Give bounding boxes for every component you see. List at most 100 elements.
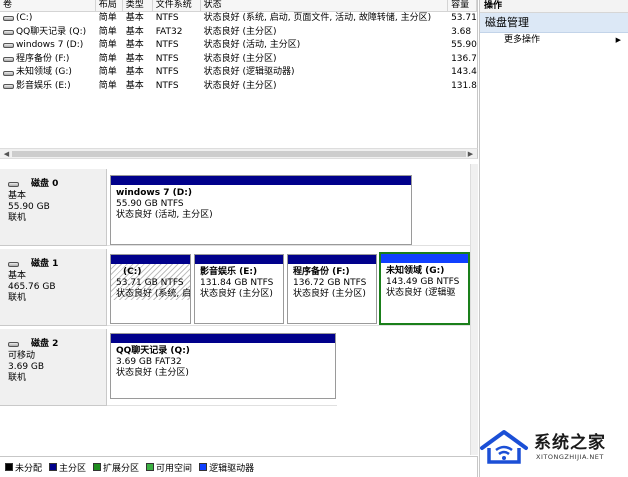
disk-1-label[interactable]: 磁盘 1 基本 465.76 GB 联机 (0, 249, 107, 326)
volume-name: windows 7 (D:) (16, 40, 84, 51)
watermark-subtext: XITONGZHIJIA.NET (536, 453, 604, 461)
disk-0-label[interactable]: 磁盘 0 基本 55.90 GB 联机 (0, 169, 107, 246)
partition-size: 143.49 GB NTFS (386, 277, 460, 287)
volume-disk-icon (3, 70, 14, 76)
legend-label: 可用空间 (156, 463, 193, 474)
volume-filesystem: FAT32 (155, 26, 183, 37)
volume-list: 卷 布局 类型 文件系统 状态 容量 (C:) 简单 基本 NTFS 状态良好 … (0, 0, 478, 148)
volume-status: 状态良好 (主分区) (203, 80, 277, 91)
column-header-volume[interactable]: 卷 (0, 0, 96, 11)
legend-label: 主分区 (59, 463, 87, 474)
volume-name: QQ聊天记录 (Q:) (16, 26, 87, 37)
legend-unallocated: 未分配 (5, 461, 42, 474)
scroll-right-icon[interactable]: ▶ (465, 149, 476, 159)
horizontal-scrollbar[interactable]: ◀ ▶ (0, 148, 478, 159)
legend-free-space: 可用空间 (146, 461, 192, 474)
table-row[interactable]: 影音娱乐 (E:) 简单 基本 NTFS 状态良好 (主分区) 131.8 (0, 80, 477, 94)
partition-e[interactable]: 影音娱乐 (E:) 131.84 GB NTFS 状态良好 (主分区) (194, 254, 284, 324)
partition-name: QQ聊天记录 (Q:) (116, 346, 190, 356)
legend-swatch (146, 463, 155, 471)
partition-status: 状态良好 (主分区) (200, 289, 273, 299)
volume-layout: 简单 (98, 40, 117, 51)
legend-logical-drive: 逻辑驱动器 (199, 461, 254, 474)
table-row[interactable]: (C:) 简单 基本 NTFS 状态良好 (系统, 启动, 页面文件, 活动, … (0, 12, 477, 26)
more-actions-item[interactable]: 更多操作 ▶ (480, 33, 628, 47)
table-row[interactable]: QQ聊天记录 (Q:) 简单 基本 FAT32 状态良好 (主分区) 3.68 (0, 26, 477, 40)
disk-title: 磁盘 0 (31, 179, 59, 189)
disk-2-label[interactable]: 磁盘 2 可移动 3.69 GB 联机 (0, 329, 107, 406)
volume-name: 未知领域 (G:) (16, 67, 72, 78)
volume-layout: 简单 (98, 80, 117, 91)
disk-kind: 基本 (8, 271, 27, 281)
volume-disk-icon (3, 29, 14, 35)
disk-size: 465.76 GB (8, 282, 56, 292)
chevron-right-icon: ▶ (615, 36, 621, 44)
partition-size: 3.69 GB FAT32 (116, 357, 182, 367)
volume-name: 影音娱乐 (E:) (16, 80, 71, 91)
volume-disk-icon (3, 16, 14, 22)
volume-capacity: 53.71 (451, 13, 477, 23)
volume-capacity: 55.90 (451, 40, 477, 51)
legend-swatch (5, 463, 13, 471)
partition-q[interactable]: QQ聊天记录 (Q:) 3.69 GB FAT32 状态良好 (主分区) (110, 333, 336, 399)
disk-icon (8, 182, 19, 187)
column-header-filesystem[interactable]: 文件系统 (153, 0, 201, 11)
volume-filesystem: NTFS (155, 53, 179, 64)
legend: 未分配 主分区 扩展分区 可用空间 逻辑驱动器 (0, 456, 478, 477)
partition-d[interactable]: windows 7 (D:) 55.90 GB NTFS 状态良好 (活动, 主… (110, 175, 412, 245)
partition-name: (C:) (123, 267, 142, 277)
disk-icon (8, 342, 19, 347)
disk-size: 55.90 GB (8, 202, 50, 212)
legend-label: 逻辑驱动器 (209, 463, 255, 474)
partition-name: 未知领域 (G:) (386, 266, 445, 276)
volume-layout: 简单 (98, 13, 117, 23)
scroll-left-icon[interactable]: ◀ (1, 149, 12, 159)
disk-kind: 可移动 (8, 351, 36, 361)
vertical-scrollbar[interactable] (470, 164, 478, 455)
volume-filesystem: NTFS (155, 80, 179, 91)
primary-partition-bar (195, 255, 283, 264)
actions-pane: 操作 磁盘管理 更多操作 ▶ (479, 0, 628, 477)
legend-label: 扩展分区 (103, 463, 140, 474)
column-header-status[interactable]: 状态 (201, 0, 449, 11)
volume-name: 程序备份 (F:) (16, 53, 70, 64)
volume-capacity: 131.8 (451, 80, 477, 91)
volume-disk-icon (3, 57, 14, 63)
volume-status: 状态良好 (逻辑驱动器) (203, 67, 295, 78)
watermark-text: 系统之家 (534, 433, 606, 453)
volume-layout: 简单 (98, 53, 117, 64)
partition-f[interactable]: 程序备份 (F:) 136.72 GB NTFS 状态良好 (主分区) (287, 254, 377, 324)
partition-name: 影音娱乐 (E:) (200, 267, 258, 277)
disk-icon (8, 262, 19, 267)
scroll-thumb[interactable] (12, 151, 466, 157)
partition-size: 136.72 GB NTFS (293, 278, 367, 288)
column-header-capacity[interactable]: 容量 (448, 0, 477, 11)
column-header-layout[interactable]: 布局 (96, 0, 123, 11)
partition-c[interactable]: (C:) 53.71 GB NTFS 状态良好 (系统, 启 (110, 254, 191, 324)
table-row[interactable]: 程序备份 (F:) 简单 基本 NTFS 状态良好 (主分区) 136.7 (0, 53, 477, 67)
legend-label: 未分配 (15, 463, 43, 474)
partition-size: 55.90 GB NTFS (116, 199, 184, 209)
partition-status: 状态良好 (主分区) (116, 368, 189, 378)
partition-size: 131.84 GB NTFS (200, 278, 274, 288)
volume-filesystem: NTFS (155, 13, 179, 23)
disk-state: 联机 (8, 213, 27, 223)
actions-section-disk-management[interactable]: 磁盘管理 (480, 13, 628, 33)
volume-status: 状态良好 (系统, 启动, 页面文件, 活动, 故障转储, 主分区) (203, 13, 432, 23)
legend-extended: 扩展分区 (93, 461, 139, 474)
legend-primary: 主分区 (49, 461, 86, 474)
column-header-type[interactable]: 类型 (123, 0, 153, 11)
volume-type: 基本 (125, 26, 144, 37)
volume-capacity: 3.68 (451, 26, 472, 37)
volume-status: 状态良好 (主分区) (203, 53, 277, 64)
partition-g[interactable]: 未知领域 (G:) 143.49 GB NTFS 状态良好 (逻辑驱 (379, 252, 470, 325)
disk-title: 磁盘 2 (31, 339, 59, 349)
disk-map: 磁盘 0 基本 55.90 GB 联机 windows 7 (D:) 55.90… (0, 164, 478, 455)
logical-drive-bar (381, 254, 468, 263)
disk-size: 3.69 GB (8, 362, 45, 372)
partition-status: 状态良好 (活动, 主分区) (116, 210, 213, 220)
volume-type: 基本 (125, 13, 144, 23)
table-row[interactable]: windows 7 (D:) 简单 基本 NTFS 状态良好 (活动, 主分区)… (0, 39, 477, 53)
primary-partition-bar (288, 255, 376, 264)
table-row[interactable]: 未知领域 (G:) 简单 基本 NTFS 状态良好 (逻辑驱动器) 143.4 (0, 66, 477, 80)
